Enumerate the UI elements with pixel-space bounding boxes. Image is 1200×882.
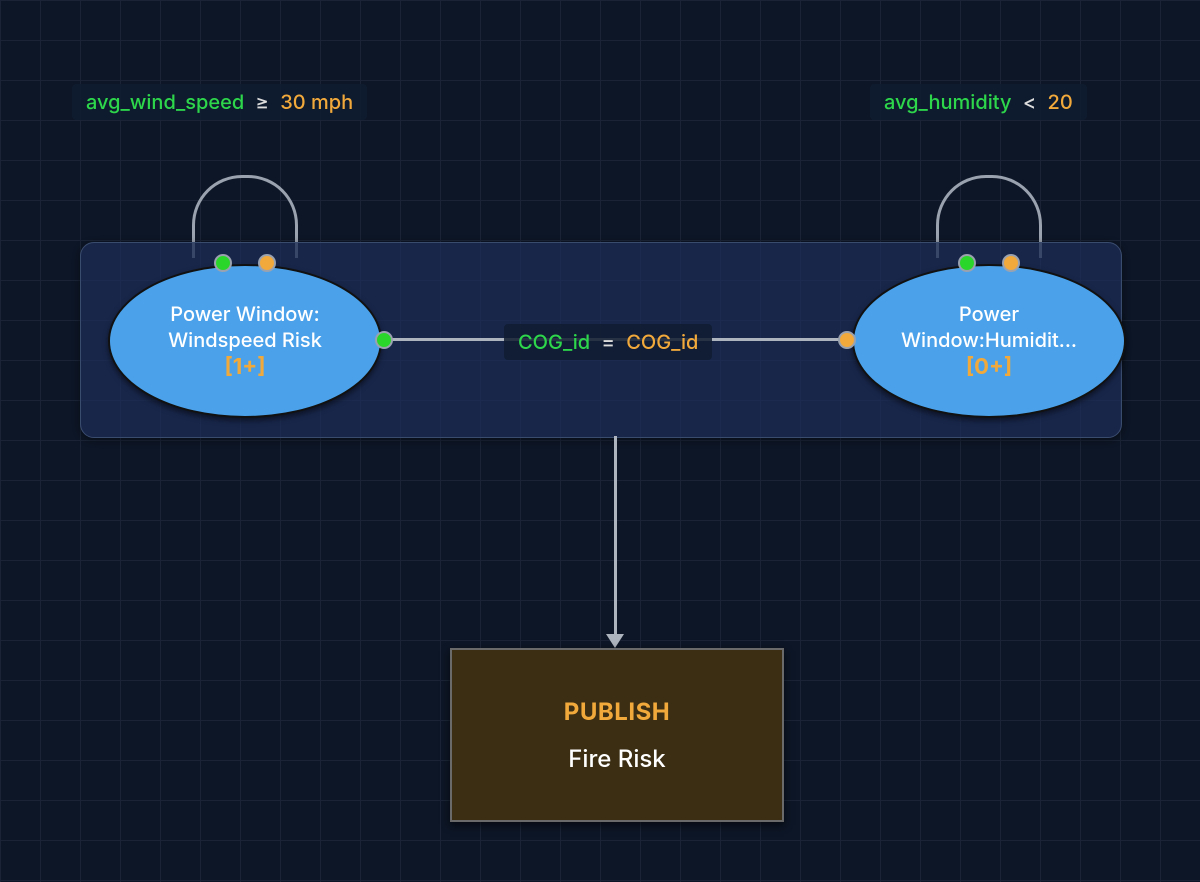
join-op: =: [596, 330, 621, 354]
port-green[interactable]: [958, 254, 976, 272]
port-out-green[interactable]: [375, 331, 393, 349]
cond-val: 20: [1048, 90, 1073, 114]
node-line1: Power: [939, 301, 1039, 327]
node-humidity-risk[interactable]: Power Window:Humidit... [0+]: [852, 264, 1126, 418]
publish-node[interactable]: PUBLISH Fire Risk: [450, 648, 784, 822]
cond-op: <: [1017, 90, 1042, 114]
join-condition[interactable]: COG_id = COG_id: [504, 324, 712, 360]
cond-var: avg_humidity: [884, 90, 1011, 114]
publish-subtitle: Fire Risk: [568, 744, 665, 773]
diagram-canvas[interactable]: avg_wind_speed ≥ 30 mph avg_humidity < 2…: [0, 0, 1200, 882]
port-orange[interactable]: [1002, 254, 1020, 272]
port-in-orange[interactable]: [838, 331, 856, 349]
join-right: COG_id: [626, 330, 698, 354]
arrowhead-down-icon: [606, 634, 624, 648]
publish-title: PUBLISH: [564, 697, 670, 726]
join-left: COG_id: [518, 330, 590, 354]
node-line1: Power Window:: [150, 301, 339, 327]
node-windspeed-risk[interactable]: Power Window: Windspeed Risk [1+]: [108, 264, 382, 418]
node-line2: Window:Humidit...: [881, 327, 1097, 353]
cond-op: ≥: [250, 90, 275, 114]
cond-val: 30 mph: [280, 90, 353, 114]
port-orange[interactable]: [258, 254, 276, 272]
condition-humidity[interactable]: avg_humidity < 20: [870, 84, 1087, 120]
node-count: [0+]: [966, 353, 1012, 382]
port-green[interactable]: [214, 254, 232, 272]
node-count: [1+]: [224, 353, 265, 382]
edge-container-to-publish: [614, 436, 617, 636]
condition-windspeed[interactable]: avg_wind_speed ≥ 30 mph: [72, 84, 367, 120]
cond-var: avg_wind_speed: [86, 90, 244, 114]
node-line2: Windspeed Risk: [148, 327, 342, 353]
